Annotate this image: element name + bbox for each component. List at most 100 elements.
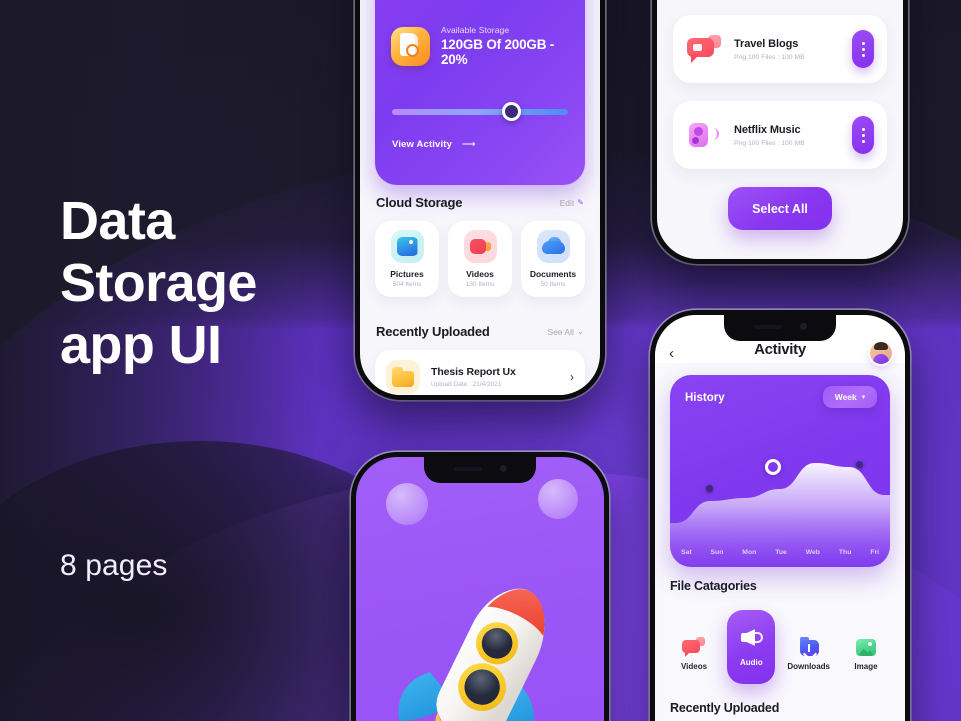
range-selector-button[interactable]: Week ▾	[823, 386, 877, 408]
chart-x-axis-labels: Sat Sun Mon Tue Web Thu Fri	[681, 549, 879, 556]
cloud-card-label: Pictures	[390, 269, 424, 279]
storage-progress-slider[interactable]	[392, 109, 568, 115]
view-activity-link[interactable]: View Activity ⟶	[392, 139, 476, 150]
pages-count-label: 8 pages	[60, 549, 168, 582]
cloud-card-videos[interactable]: Videos 130 Items	[448, 221, 512, 297]
hero-title-line-2: Storage	[60, 253, 257, 313]
more-vertical-icon[interactable]	[852, 30, 874, 68]
phone-notch	[424, 457, 536, 483]
image-icon	[390, 230, 424, 263]
chevron-right-icon[interactable]: ›	[570, 370, 574, 384]
file-categories-row: Videos Audio Downloads Image	[666, 610, 894, 684]
edit-label: Edit	[559, 197, 575, 208]
download-folder-icon	[797, 636, 821, 658]
chevron-down-icon: ▾	[861, 394, 866, 401]
decorative-bubble	[538, 479, 578, 519]
list-item-title: Travel Blogs	[734, 37, 799, 50]
chevron-down-icon: ⌄	[576, 326, 584, 336]
user-avatar[interactable]	[870, 342, 892, 364]
page-title: Activity	[754, 341, 806, 358]
video-icon	[682, 636, 706, 658]
cloud-storage-card-grid: Pictures 504 Items Videos 130 Items Docu…	[375, 221, 585, 297]
video-icon	[463, 230, 497, 263]
music-icon	[686, 120, 722, 150]
category-item-audio[interactable]: Audio	[723, 610, 779, 684]
chart-data-point	[856, 461, 863, 468]
history-chart-card: History Week ▾ Sat Sun Mon Tue Web Thu F…	[670, 375, 890, 567]
phone-mockup-activity: ‹ Activity History Week ▾ Sat Sun Mon Tu…	[650, 310, 910, 721]
screen-activity: ‹ Activity History Week ▾ Sat Sun Mon Tu…	[655, 315, 905, 721]
cloud-card-count: 50 Items	[540, 281, 566, 288]
hero-title-line-3: app UI	[60, 315, 222, 375]
cloud-card-pictures[interactable]: Pictures 504 Items	[375, 221, 439, 297]
history-area-chart	[670, 415, 890, 567]
cloud-storage-section-header: Cloud Storage Edit ✎	[376, 195, 584, 210]
hero-title-line-1: Data	[60, 191, 175, 251]
arrow-right-icon: ⟶	[461, 139, 476, 150]
screen-cloud-storage: Available Storage 120GB Of 200GB - 20% V…	[360, 0, 600, 395]
more-vertical-icon[interactable]	[852, 116, 874, 154]
screen-splash	[356, 457, 604, 721]
edit-button[interactable]: Edit ✎	[560, 198, 584, 208]
pencil-icon: ✎	[577, 198, 584, 207]
phone-notch	[724, 315, 836, 341]
rocket-3d-illustration	[398, 588, 545, 721]
decorative-bubble	[386, 483, 428, 525]
category-label: Videos	[680, 662, 708, 671]
see-all-label: See All	[547, 326, 574, 337]
recently-uploaded-heading: Recently Uploaded	[376, 324, 490, 339]
cloud-card-label: Videos	[466, 269, 494, 279]
see-all-button[interactable]: See All ⌄	[547, 326, 584, 337]
list-item[interactable]: Netflix Music Png 100 Files : 100 MB	[673, 101, 887, 169]
list-item-subtitle: Png 100 Files : 100 MB	[734, 53, 805, 61]
cloud-card-documents[interactable]: Documents 50 Items	[521, 221, 585, 297]
recently-uploaded-heading: Recently Uploaded	[670, 701, 780, 715]
recently-uploaded-list: Thesis Report Ux Upload Date : 21/4/2021…	[375, 350, 585, 395]
audio-icon	[739, 627, 764, 649]
storage-summary-card[interactable]: Available Storage 120GB Of 200GB - 20% V…	[375, 0, 585, 185]
list-item-subtitle: Png 100 Files : 100 MB	[734, 139, 805, 147]
chart-svg	[670, 463, 890, 567]
range-label: Week	[834, 392, 857, 402]
category-label: Audio	[739, 658, 763, 667]
available-storage-label: Available Storage	[441, 25, 510, 35]
video-message-icon	[686, 34, 722, 64]
chart-selected-point[interactable]	[765, 459, 781, 475]
phone-mockup-splash	[351, 452, 609, 721]
file-categories-heading: File Catagories	[670, 579, 757, 593]
cloud-card-count: 504 Items	[392, 281, 422, 288]
list-item[interactable]: Travel Blogs Png 100 Files : 100 MB	[673, 15, 887, 83]
view-activity-label: View Activity	[392, 139, 453, 150]
select-all-button[interactable]: Select All	[728, 187, 832, 230]
cloud-icon	[536, 230, 570, 263]
file-select-list: Travel Blogs Png 100 Files : 100 MB Netf…	[673, 15, 887, 169]
category-item-image[interactable]: Image	[838, 610, 894, 684]
chart-tick-label: Thu	[838, 549, 852, 556]
document-search-icon	[391, 26, 430, 66]
storage-progress-knob[interactable]	[502, 102, 522, 121]
phone-mockup-file-select: Travel Blogs Png 100 Files : 100 MB Netf…	[652, 0, 908, 264]
chevron-left-icon[interactable]: ‹	[669, 345, 674, 362]
chart-tick-label: Sun	[710, 549, 724, 556]
phone-mockup-cloud-storage: Available Storage 120GB Of 200GB - 20% V…	[355, 0, 605, 400]
list-item-title: Thesis Report Ux	[431, 366, 516, 378]
chart-data-point	[706, 485, 713, 492]
cloud-card-label: Documents	[529, 269, 577, 279]
list-item-subtitle: Upload Date : 21/4/2021	[431, 381, 502, 388]
screen-file-select: Travel Blogs Png 100 Files : 100 MB Netf…	[657, 0, 903, 259]
history-title: History	[685, 392, 725, 404]
chart-tick-label: Tue	[775, 549, 787, 556]
image-icon	[854, 636, 878, 658]
category-item-downloads[interactable]: Downloads	[781, 610, 837, 684]
list-item[interactable]: Thesis Report Ux Upload Date : 21/4/2021…	[375, 350, 585, 395]
category-item-videos[interactable]: Videos	[666, 610, 722, 684]
storage-amount-text: 120GB Of 200GB - 20%	[441, 37, 555, 67]
cloud-storage-heading: Cloud Storage	[376, 195, 463, 210]
list-item-title: Netflix Music	[734, 123, 801, 136]
folder-icon	[386, 360, 420, 394]
hero-title-block: Data Storage app UI	[60, 190, 257, 376]
category-label: Image	[854, 662, 878, 671]
chart-tick-label: Fri	[870, 549, 879, 556]
recently-uploaded-section-header: Recently Uploaded See All ⌄	[376, 324, 584, 339]
chart-tick-label: Sat	[681, 549, 692, 556]
